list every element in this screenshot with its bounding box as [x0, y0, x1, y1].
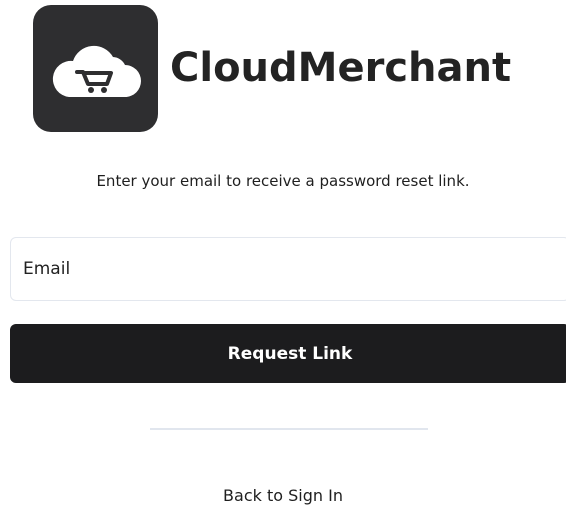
back-to-sign-in-link[interactable]: Back to Sign In	[0, 485, 566, 507]
brand-name: CloudMerchant	[170, 45, 512, 91]
brand-logo	[33, 5, 158, 132]
divider	[150, 428, 428, 430]
cloud-cart-icon	[52, 45, 141, 97]
email-field[interactable]	[10, 237, 566, 301]
reset-instructions: Enter your email to receive a password r…	[96, 172, 470, 190]
request-link-button[interactable]: Request Link	[10, 324, 566, 383]
